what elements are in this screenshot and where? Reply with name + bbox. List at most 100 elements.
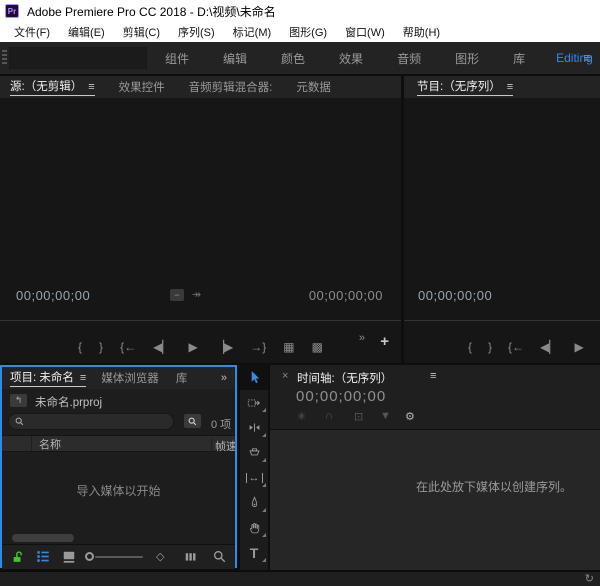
sort-icon[interactable]: ◇ [156,550,164,563]
program-current-timecode: 00;00;00;00 [418,288,493,303]
workspace-menu-icon[interactable]: ≡ [583,50,591,65]
tab-audio-clip-mixer[interactable]: 音频剪辑混合器: [189,79,273,95]
tab-program[interactable]: 节目:（无序列） ≡ [417,78,514,96]
panel-menu-icon[interactable]: ≡ [507,81,513,93]
panel-menu-icon[interactable]: ≡ [80,372,86,384]
workspace-tab-graphics[interactable]: 图形 [438,50,496,67]
mark-in-button[interactable]: { [78,340,82,354]
source-seek-bar[interactable] [0,320,401,321]
automate-to-sequence-icon[interactable] [184,550,198,563]
mark-out-button[interactable]: } [488,340,492,354]
snap-icon[interactable]: ∩ [325,410,333,422]
project-filename: 未命名.prproj [35,397,103,409]
track-select-forward-tool[interactable] [240,390,268,415]
close-panel-icon[interactable]: × [282,370,288,382]
tab-media-browser[interactable]: 媒体浏览器 [101,370,159,386]
ripple-edit-tool[interactable] [240,415,268,440]
project-column-header: 名称 帧速率 [2,435,235,454]
button-editor-add-icon[interactable]: + [380,333,389,350]
play-button[interactable]: ▶ [189,340,198,354]
zoom-slider-track[interactable] [95,556,143,558]
mark-in-button[interactable]: { [468,340,472,354]
tab-source[interactable]: 源:（无剪辑） ≡ [10,78,95,96]
linked-selection-icon[interactable]: ⊡ [354,410,363,423]
transport-overflow-icon[interactable]: » [359,332,365,344]
panel-menu-icon[interactable]: ≡ [88,81,94,93]
razor-icon [248,448,260,456]
panel-grip-icon[interactable] [2,50,7,66]
workspace-tab-audio[interactable]: 音频 [380,50,438,67]
go-to-in-button[interactable]: {← [120,340,136,354]
tab-timeline[interactable]: 时间轴:（无序列） [297,370,392,386]
type-icon: T [249,544,259,561]
search-icon [188,417,197,425]
empty-project-message: 导入媒体以开始 [76,484,161,498]
workspace-tab-effects[interactable]: 效果 [322,50,380,67]
menu-edit[interactable]: 编辑(E) [62,24,111,40]
workspace-tab-libraries[interactable]: 库 [496,50,542,67]
add-marker-icon[interactable]: ▼ [380,410,391,422]
project-footer-toolbar: ◇ [2,545,235,569]
step-back-button[interactable]: ◀▏ [540,340,558,354]
find-icon[interactable] [213,550,226,563]
workspace-tab-color[interactable]: 颜色 [264,50,322,67]
menu-sequence[interactable]: 序列(S) [172,24,221,40]
playback-resolution-icon[interactable]: ↠ [192,288,201,301]
menu-file[interactable]: 文件(F) [8,24,56,40]
hand-tool[interactable] [240,515,268,540]
go-to-out-button[interactable]: →} [250,340,266,354]
tools-panel: ↔ T [240,365,268,570]
workspace-tab-assembly[interactable]: 组件 [148,50,206,67]
program-tab-row: 节目:（无序列） ≡ [404,76,600,98]
play-button[interactable]: ▶ [575,340,584,354]
tab-effect-controls[interactable]: 效果控件 [119,79,165,95]
step-back-button[interactable]: ◀▏ [153,340,171,354]
project-item-list[interactable]: 导入媒体以开始 [2,452,235,532]
search-field[interactable] [8,413,174,430]
program-monitor-panel: 节目:（无序列） ≡ 00;00;00;00 { } {← ◀▏ ▶ [404,76,600,363]
scrollbar-thumb[interactable] [12,534,74,542]
tab-project[interactable]: 项目: 未命名 ≡ [10,369,87,387]
timeline-header: × 时间轴:（无序列） ≡ 00;00;00;00 ✳ ∩ ⊡ ▼ ⚙ [270,365,600,430]
timeline-panel: × 时间轴:（无序列） ≡ 00;00;00;00 ✳ ∩ ⊡ ▼ ⚙ 在此处放… [270,365,600,570]
nested-sequence-icon[interactable]: ✳ [297,410,306,423]
source-duration-timecode: 00;00;00;00 [308,288,383,303]
overwrite-button[interactable]: ▩ [312,340,323,354]
workspace-tab-editing[interactable]: 编辑 [206,50,264,67]
icon-view-icon[interactable] [62,550,76,564]
column-name[interactable]: 名称 [32,436,61,452]
insert-button[interactable]: ▦ [283,340,294,354]
program-seek-bar[interactable] [404,320,600,321]
tab-metadata[interactable]: 元数据 [296,79,331,95]
zoom-level-select[interactable]: − [170,289,184,301]
tab-overflow-icon[interactable]: » [221,372,227,384]
tab-libraries[interactable]: 库 [176,370,188,386]
menu-graphics[interactable]: 图形(G) [283,24,333,40]
workspace-active-label[interactable]: Editing [542,51,600,65]
pen-tool[interactable] [240,490,268,515]
menu-help[interactable]: 帮助(H) [397,24,446,40]
panel-menu-icon[interactable]: ≡ [430,370,436,382]
search-input[interactable] [28,415,158,428]
slip-tool[interactable]: ↔ [240,465,268,490]
step-forward-button[interactable]: ▕▶ [215,340,233,354]
zoom-slider-knob[interactable] [85,552,94,561]
project-writable-lock-icon[interactable] [12,550,25,564]
events-indicator-icon[interactable]: ↻ [585,572,594,585]
timeline-settings-wrench-icon[interactable]: ⚙ [405,410,415,423]
menu-marker[interactable]: 标记(M) [227,24,278,40]
navigate-up-icon[interactable]: ↰ [10,394,27,407]
menu-window[interactable]: 窗口(W) [339,24,391,40]
mark-out-button[interactable]: } [99,340,103,354]
razor-tool[interactable] [240,440,268,465]
list-view-icon[interactable] [36,550,50,563]
menu-clip[interactable]: 剪辑(C) [117,24,166,40]
type-tool[interactable]: T [240,540,268,565]
folder-search-icon[interactable] [184,414,201,428]
workspace-overflow-well [9,47,147,69]
window-title: Adobe Premiere Pro CC 2018 - D:\视频\未命名 [27,4,276,19]
go-to-in-button[interactable]: {← [508,340,524,354]
selection-tool[interactable] [240,365,268,390]
search-icon [15,417,24,426]
selection-arrow-icon [251,370,259,384]
